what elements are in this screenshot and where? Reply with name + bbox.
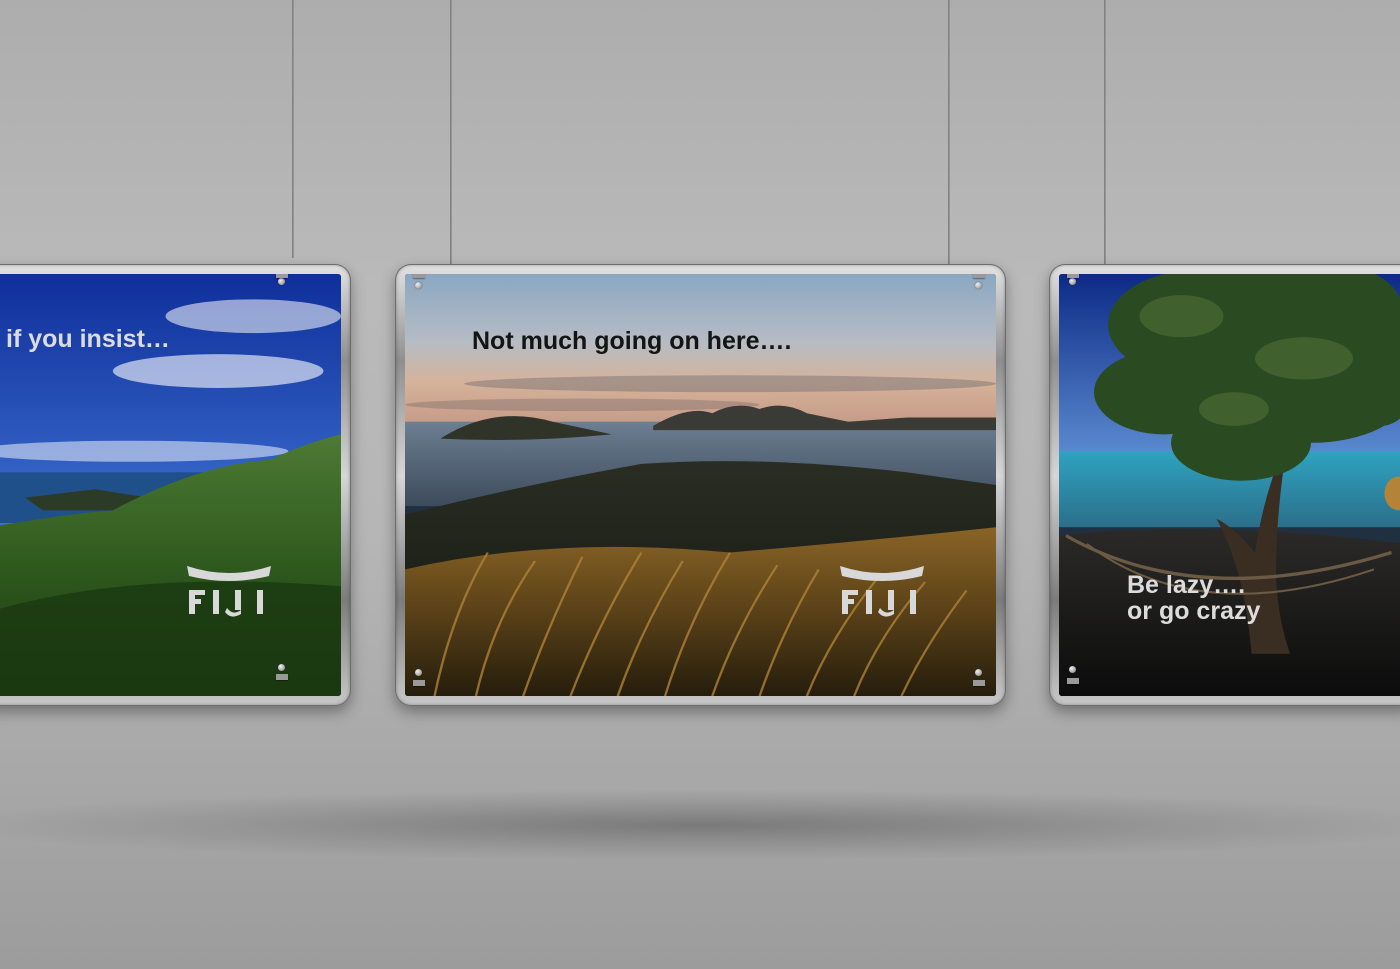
poster-center: Not much going on here…. bbox=[405, 274, 996, 696]
hanging-wire-center-a bbox=[450, 0, 452, 266]
poster-right-photo bbox=[1059, 274, 1400, 696]
poster-clip bbox=[276, 674, 288, 680]
screw bbox=[1069, 278, 1076, 285]
poster-clip bbox=[973, 680, 985, 686]
poster-clip bbox=[413, 680, 425, 686]
poster-left: if you insist… bbox=[0, 274, 341, 696]
floor-shadow bbox=[0, 790, 1400, 860]
fiji-logo-center bbox=[836, 564, 928, 620]
screw bbox=[975, 282, 982, 289]
poster-frame-left: if you insist… bbox=[0, 264, 351, 706]
hanging-wire-right-a bbox=[1104, 0, 1106, 266]
fiji-logo-left bbox=[183, 564, 275, 620]
hanging-wire-left-a bbox=[292, 0, 294, 258]
poster-left-headline: if you insist… bbox=[6, 325, 170, 353]
poster-clip bbox=[413, 274, 425, 278]
poster-clip bbox=[1067, 678, 1079, 684]
screw bbox=[975, 669, 982, 676]
poster-right-headline: Be lazy…. or go crazy bbox=[1127, 571, 1261, 625]
screw bbox=[415, 282, 422, 289]
screw bbox=[278, 278, 285, 285]
poster-frame-right: Be lazy…. or go crazy bbox=[1049, 264, 1400, 706]
poster-clip bbox=[276, 274, 288, 278]
poster-clip bbox=[1067, 274, 1079, 278]
screw bbox=[415, 669, 422, 676]
poster-right: Be lazy…. or go crazy bbox=[1059, 274, 1400, 696]
hanging-wire-center-b bbox=[948, 0, 950, 266]
poster-clip bbox=[973, 274, 985, 278]
screw bbox=[1069, 666, 1076, 673]
poster-center-headline: Not much going on here…. bbox=[472, 327, 792, 355]
poster-frame-center: Not much going on here…. bbox=[395, 264, 1006, 706]
screw bbox=[278, 664, 285, 671]
